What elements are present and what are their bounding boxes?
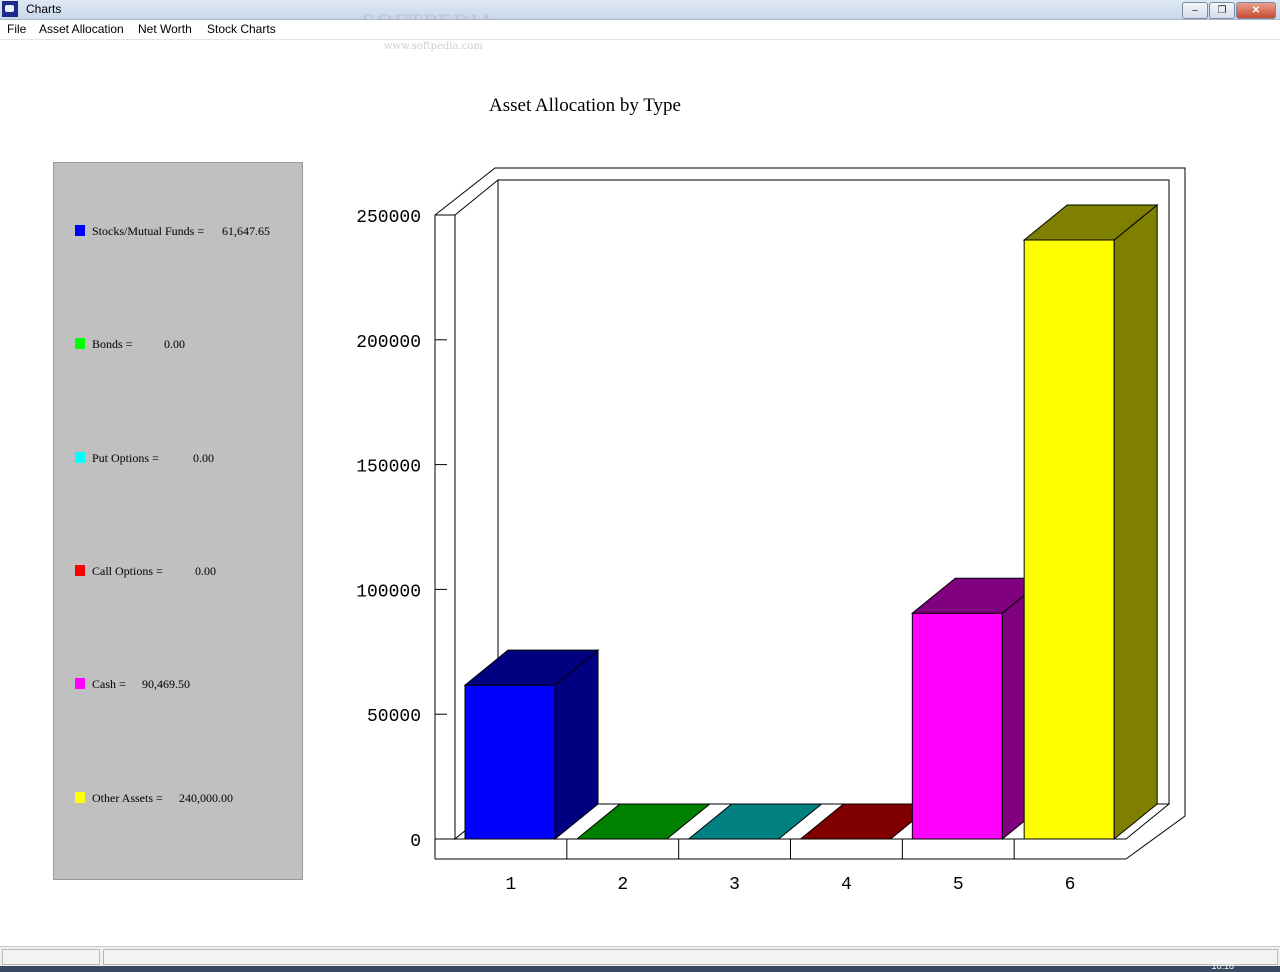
x-tick-label: 1: [506, 875, 517, 895]
tray-clock: 16:18: [1211, 961, 1234, 971]
x-tick-label: 5: [953, 875, 964, 895]
x-tick-label: 4: [841, 875, 852, 895]
x-tick-label: 6: [1065, 875, 1076, 895]
y-tick-label: 200000: [356, 333, 421, 353]
taskbar: [0, 966, 1280, 972]
bar-chart: 0 50000 100000 150000 200000 250000 1 2 3 4 5 6: [356, 167, 1186, 895]
bar-side: [1113, 203, 1158, 841]
status-panel-main: [103, 949, 1278, 965]
status-bar: [0, 946, 1280, 967]
x-tick-label: 3: [729, 875, 740, 895]
bar-front: [464, 684, 556, 840]
status-panel-left: [2, 949, 100, 965]
x-tick-label: 2: [617, 875, 628, 895]
y-tick-label: 50000: [367, 707, 421, 727]
y-tick-label: 100000: [356, 582, 421, 602]
bar-front: [911, 612, 1003, 840]
bar-front: [1023, 239, 1115, 840]
y-tick-label: 150000: [356, 458, 421, 478]
y-tick-label: 250000: [356, 208, 421, 228]
y-tick-label: 0: [410, 832, 421, 852]
